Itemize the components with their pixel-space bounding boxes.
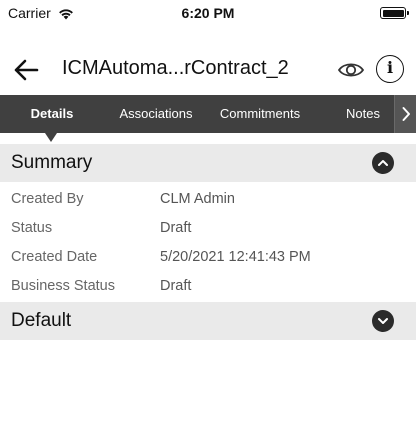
field-value: CLM Admin [160,191,235,207]
chevron-up-icon [378,160,388,166]
summary-section-header[interactable]: Summary [0,144,416,182]
field-label: Created By [11,191,84,207]
clock: 6:20 PM [181,5,235,21]
section-title: Summary [11,152,93,173]
battery-icon [380,7,409,19]
field-row-business-status: Business Status Draft [0,273,416,301]
default-section-header[interactable]: Default [0,302,416,340]
section-title: Default [11,310,72,331]
tab-associations[interactable]: Associations [110,95,202,133]
eye-icon[interactable] [336,56,366,84]
chevron-down-icon [378,318,388,324]
info-icon[interactable]: i [376,55,404,83]
page-title: ICMAutoma...rContract_2 [62,57,289,79]
chevron-right-icon [402,107,410,121]
field-value: Draft [160,220,192,236]
tab-details[interactable]: Details [14,95,90,133]
tab-bar: Details Associations Commitments Notes [0,95,416,133]
field-label: Created Date [11,249,98,265]
expand-button[interactable] [372,310,394,332]
active-tab-indicator [45,133,57,142]
back-arrow-icon[interactable] [12,56,40,84]
field-row-created-by: Created By CLM Admin [0,186,416,214]
tab-scroll-right-button[interactable] [394,95,416,133]
field-label: Status [11,220,53,236]
tab-commitments[interactable]: Commitments [212,95,308,133]
field-row-created-date: Created Date 5/20/2021 12:41:43 PM [0,244,416,272]
collapse-button[interactable] [372,152,394,174]
status-bar: Carrier 6:20 PM [0,0,416,28]
field-value: Draft [160,278,192,294]
field-row-status: Status Draft [0,215,416,243]
field-label: Business Status [11,278,115,294]
navigation-bar: ICMAutoma...rContract_2 i [0,46,416,94]
field-value: 5/20/2021 12:41:43 PM [160,249,311,265]
tab-notes[interactable]: Notes [334,95,392,133]
